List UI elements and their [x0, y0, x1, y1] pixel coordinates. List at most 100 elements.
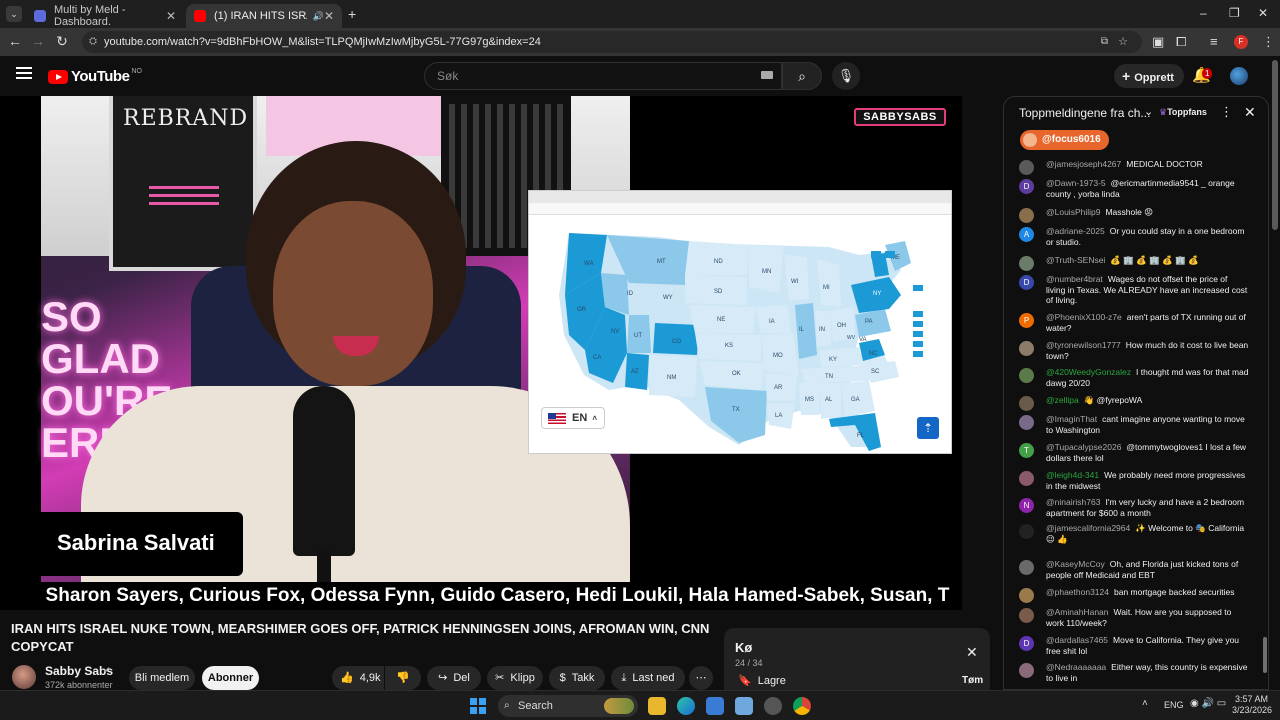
chat-message[interactable]: @ImaginThat cant imagine anyone wanting t…: [1019, 414, 1249, 435]
menu-icon[interactable]: [16, 67, 32, 79]
chat-author[interactable]: @Dawn-1973-5: [1046, 178, 1106, 188]
windows-start-icon[interactable]: [470, 698, 486, 714]
chat-author[interactable]: @Truth-SENsei: [1046, 255, 1105, 265]
chat-mode-title[interactable]: Toppmeldingene fra ch...: [1019, 106, 1150, 120]
chat-message[interactable]: D @dardallas7465 Move to California. They …: [1019, 635, 1249, 656]
chat-avatar[interactable]: [1019, 471, 1034, 486]
close-window-icon[interactable]: ✕: [1258, 6, 1268, 20]
chat-author[interactable]: @AminahHanan: [1046, 607, 1109, 617]
extensions-puzzle-icon[interactable]: ⧠: [1176, 34, 1186, 50]
chat-avatar[interactable]: D: [1019, 179, 1034, 194]
chat-author[interactable]: @phaethon3124: [1046, 587, 1109, 597]
chat-author[interactable]: @number4brat: [1046, 274, 1103, 284]
chat-avatar[interactable]: [1019, 524, 1034, 539]
voice-search-button[interactable]: 🎙: [832, 62, 860, 90]
chat-author[interactable]: @jamescalifornia2964: [1046, 523, 1130, 533]
chrome-menu-icon[interactable]: ⋮: [1262, 34, 1275, 50]
chat-avatar[interactable]: P: [1019, 313, 1034, 328]
youtube-logo[interactable]: YouTube NO: [48, 68, 142, 85]
close-chat-icon[interactable]: ✕: [1244, 104, 1256, 121]
tab-search-menu-icon[interactable]: ⌄: [6, 6, 22, 22]
chat-author[interactable]: @dardallas7465: [1046, 635, 1108, 645]
chat-message[interactable]: @KaseyMcCoy Oh, and Florida just kicked t…: [1019, 559, 1249, 580]
queue-panel[interactable]: Kø 24 / 34 ✕ 🔖 Lagre Tøm: [724, 628, 990, 692]
chat-author[interactable]: @ImaginThat: [1046, 414, 1097, 424]
chat-message[interactable]: @Truth-SENsei 💰 🏢 💰 🏢 💰 🏢 💰: [1019, 255, 1249, 271]
clip-button[interactable]: ✂ Klipp: [487, 666, 543, 690]
input-language[interactable]: ENG: [1164, 700, 1184, 710]
more-actions-button[interactable]: ⋯: [689, 666, 713, 690]
install-app-icon[interactable]: ⧉: [1101, 31, 1108, 53]
chat-message[interactable]: D @Dawn-1973-5 @ericmartinmedia9541 _ oran…: [1019, 178, 1249, 199]
chat-author[interactable]: @leigh4d-341: [1046, 470, 1099, 480]
download-button[interactable]: ⤓ Last ned: [611, 666, 685, 690]
reload-icon[interactable]: ↻: [53, 33, 71, 50]
chat-message[interactable]: N @ninairish763 I'm very lucky and have a …: [1019, 497, 1249, 518]
close-tab-icon[interactable]: ✕: [166, 9, 176, 23]
chat-author[interactable]: @KaseyMcCoy: [1046, 559, 1105, 569]
chat-avatar[interactable]: D: [1019, 275, 1034, 290]
site-info-icon[interactable]: ⛭: [89, 31, 97, 53]
clear-queue-button[interactable]: Tøm: [962, 675, 983, 686]
chat-author[interactable]: @420WeedyGonzalez: [1046, 367, 1131, 377]
chat-avatar[interactable]: [1019, 208, 1034, 223]
chat-message[interactable]: P @PhoenixX100-z7e aren't parts of TX runn…: [1019, 312, 1249, 333]
keyboard-icon[interactable]: [761, 71, 773, 79]
chat-more-icon[interactable]: ⋮: [1220, 104, 1233, 120]
chat-scrollbar[interactable]: [1262, 157, 1268, 689]
chat-author[interactable]: @jamesjoseph4267: [1046, 159, 1121, 169]
chat-avatar[interactable]: [1019, 256, 1034, 271]
chat-avatar[interactable]: [1019, 341, 1034, 356]
video-player[interactable]: REBRAND SO GLAD OU'RE ERE Sabrina Salvat…: [0, 96, 962, 610]
taskbar-search[interactable]: ⌕ Search: [498, 695, 638, 717]
chat-message[interactable]: @jamescalifornia2964 ✨ Welcome to 🎭 Calif…: [1019, 523, 1249, 544]
join-button[interactable]: Bli medlem: [129, 666, 195, 690]
profile-avatar[interactable]: F: [1234, 35, 1248, 49]
close-queue-icon[interactable]: ✕: [966, 644, 978, 661]
chat-scroll-thumb[interactable]: [1263, 637, 1267, 673]
chat-message[interactable]: D @number4brat Wages do not offset the pri…: [1019, 274, 1249, 306]
minimize-icon[interactable]: –: [1200, 6, 1207, 20]
search-button[interactable]: ⌕: [782, 62, 822, 90]
network-volume-icons[interactable]: ◉ 🔊 ▭: [1190, 698, 1226, 709]
chat-message[interactable]: @jamesjoseph4267 MEDICAL DOCTOR: [1019, 159, 1249, 175]
chat-avatar[interactable]: D: [1019, 636, 1034, 651]
chat-avatar[interactable]: [1019, 368, 1034, 383]
bookmark-star-icon[interactable]: ☆: [1118, 31, 1128, 53]
browser-tab-meld[interactable]: Multi by Meld - Dashboard. ✕: [26, 4, 184, 28]
chat-message[interactable]: @tyronewilson1777 How much do it cost to …: [1019, 340, 1249, 361]
search-input[interactable]: Søk: [424, 62, 782, 90]
chat-avatar[interactable]: [1019, 663, 1034, 678]
chat-avatar[interactable]: A: [1019, 227, 1034, 242]
chat-avatar[interactable]: [1019, 588, 1034, 603]
chat-message[interactable]: @zellipa 👋 @fyrepoWA: [1019, 395, 1249, 411]
page-scrollbar[interactable]: [1272, 60, 1278, 230]
dislike-button[interactable]: 👎: [385, 666, 421, 690]
close-tab-icon[interactable]: ✕: [324, 9, 334, 23]
new-tab-icon[interactable]: +: [348, 6, 356, 22]
account-avatar[interactable]: [1230, 67, 1248, 85]
settings-gear-icon[interactable]: [764, 697, 782, 715]
audio-playing-icon[interactable]: 🔊: [313, 11, 324, 22]
chat-avatar[interactable]: T: [1019, 443, 1034, 458]
chevron-down-icon[interactable]: ⌄: [1144, 105, 1153, 118]
chat-message[interactable]: @LouisPhilip9 Masshole 😡: [1019, 207, 1249, 223]
file-explorer-icon[interactable]: [648, 697, 666, 715]
chat-avatar[interactable]: [1019, 560, 1034, 575]
chat-message[interactable]: A @adriane-2025 Or you could stay in a one…: [1019, 226, 1249, 247]
browser-tab-youtube[interactable]: (1) IRAN HITS ISRAEL NUKE 🔊 ✕: [186, 4, 342, 28]
chat-message[interactable]: @AminahHanan Wait. How are you supposed t…: [1019, 607, 1249, 628]
thanks-button[interactable]: $ Takk: [549, 666, 605, 690]
taskbar-clock[interactable]: 3:57 AM 3/23/2026: [1232, 694, 1272, 716]
chat-avatar[interactable]: [1019, 608, 1034, 623]
media-controls-icon[interactable]: ≡: [1210, 34, 1218, 49]
address-bar[interactable]: ⛭ youtube.com/watch?v=9dBhFbHOW_M&list=T…: [82, 31, 1142, 53]
chat-author[interactable]: @LouisPhilip9: [1046, 207, 1100, 217]
like-button[interactable]: 👍 4,9k: [332, 666, 384, 690]
chat-message[interactable]: @Nedraaaaaaa Either way, this country is …: [1019, 662, 1249, 683]
chat-message[interactable]: T @Tupacalypse2026 @tommytwogloves1 I lost…: [1019, 442, 1249, 463]
chat-avatar[interactable]: [1019, 415, 1034, 430]
back-icon[interactable]: ←: [6, 33, 24, 49]
chat-author[interactable]: @tyronewilson1777: [1046, 340, 1121, 350]
extension-icon[interactable]: ▣: [1152, 34, 1164, 50]
